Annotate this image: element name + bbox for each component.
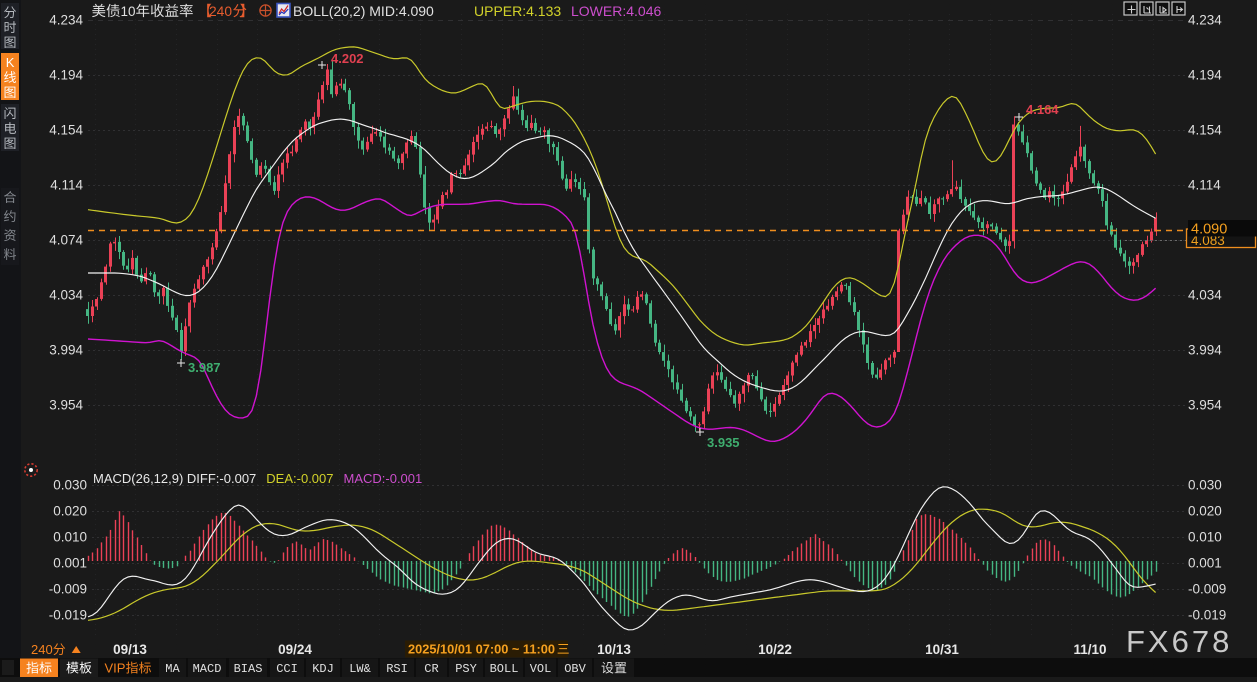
svg-text:240: 240 — [31, 642, 53, 657]
svg-text:4.154: 4.154 — [1188, 123, 1222, 138]
svg-text:0.010: 0.010 — [1188, 530, 1222, 545]
svg-text:4.234: 4.234 — [1188, 13, 1222, 28]
svg-text:3.954: 3.954 — [49, 398, 83, 413]
svg-text:4.202: 4.202 — [331, 51, 364, 66]
svg-text:10/31: 10/31 — [925, 642, 959, 657]
svg-text:4.194: 4.194 — [1188, 68, 1222, 83]
svg-text:OBV: OBV — [564, 662, 586, 676]
svg-text:10/13: 10/13 — [597, 642, 631, 657]
svg-text:MACD(26,12,9) DIFF:-0.007: MACD(26,12,9) DIFF:-0.007 — [93, 471, 256, 486]
svg-text:-0.019: -0.019 — [49, 608, 87, 623]
svg-text:BOLL(20,2) MID:4.090: BOLL(20,2) MID:4.090 — [293, 3, 434, 19]
svg-text:MACD: MACD — [193, 662, 222, 676]
svg-text:3.994: 3.994 — [1188, 343, 1222, 358]
svg-text:4.074: 4.074 — [49, 233, 83, 248]
svg-text:LOWER:4.046: LOWER:4.046 — [571, 3, 661, 19]
svg-text:0.001: 0.001 — [53, 556, 87, 571]
svg-text:BOLL: BOLL — [490, 662, 519, 676]
svg-text:-0.009: -0.009 — [49, 582, 87, 597]
svg-text:11/10: 11/10 — [1073, 642, 1106, 657]
svg-text:-0.009: -0.009 — [1188, 582, 1226, 597]
svg-text:K: K — [6, 55, 15, 70]
svg-text:3.987: 3.987 — [188, 360, 221, 375]
svg-text:0.030: 0.030 — [1188, 478, 1222, 493]
svg-text:FX678: FX678 — [1126, 624, 1232, 659]
svg-text:3.994: 3.994 — [49, 343, 83, 358]
svg-text:KDJ: KDJ — [312, 662, 334, 676]
svg-text:MACD:-0.001: MACD:-0.001 — [344, 471, 423, 486]
svg-text:4.090: 4.090 — [1191, 222, 1227, 238]
svg-text:0.001: 0.001 — [1188, 556, 1222, 571]
svg-text:-0.019: -0.019 — [1188, 608, 1226, 623]
svg-text:VOL: VOL — [530, 662, 552, 676]
svg-text:10: 10 — [121, 4, 136, 19]
svg-text:09/13: 09/13 — [113, 642, 147, 657]
svg-text:UPPER:4.133: UPPER:4.133 — [474, 3, 561, 19]
svg-text:BIAS: BIAS — [234, 662, 263, 676]
svg-text:0.020: 0.020 — [53, 504, 87, 519]
svg-text:CCI: CCI — [276, 662, 298, 676]
svg-text:MA: MA — [165, 662, 180, 676]
svg-text:2025/10/01 07:00 ~ 11:00: 2025/10/01 07:00 ~ 11:00 — [408, 642, 555, 657]
svg-text:4.194: 4.194 — [49, 68, 83, 83]
svg-text:10/22: 10/22 — [758, 642, 792, 657]
svg-text:240: 240 — [209, 4, 232, 19]
svg-text:4.114: 4.114 — [50, 178, 83, 193]
svg-text:4.164: 4.164 — [1026, 102, 1059, 117]
svg-text:4.234: 4.234 — [49, 13, 83, 28]
svg-text:RSI: RSI — [386, 662, 408, 676]
svg-text:4.034: 4.034 — [49, 288, 83, 303]
svg-text:09/24: 09/24 — [278, 642, 312, 657]
svg-text:4.034: 4.034 — [1188, 288, 1222, 303]
svg-text:CR: CR — [424, 662, 438, 676]
svg-text:0.030: 0.030 — [53, 478, 87, 493]
svg-text:0.010: 0.010 — [53, 530, 87, 545]
svg-text:3.935: 3.935 — [707, 435, 740, 450]
svg-text:VIP: VIP — [105, 661, 126, 676]
svg-text:4.114: 4.114 — [1188, 178, 1221, 193]
svg-text:4.154: 4.154 — [49, 123, 83, 138]
svg-text:0.020: 0.020 — [1188, 504, 1222, 519]
svg-text:3.954: 3.954 — [1188, 398, 1222, 413]
svg-text:PSY: PSY — [455, 662, 477, 676]
svg-text:LW&: LW& — [349, 662, 371, 676]
svg-text:DEA:-0.007: DEA:-0.007 — [266, 471, 333, 486]
